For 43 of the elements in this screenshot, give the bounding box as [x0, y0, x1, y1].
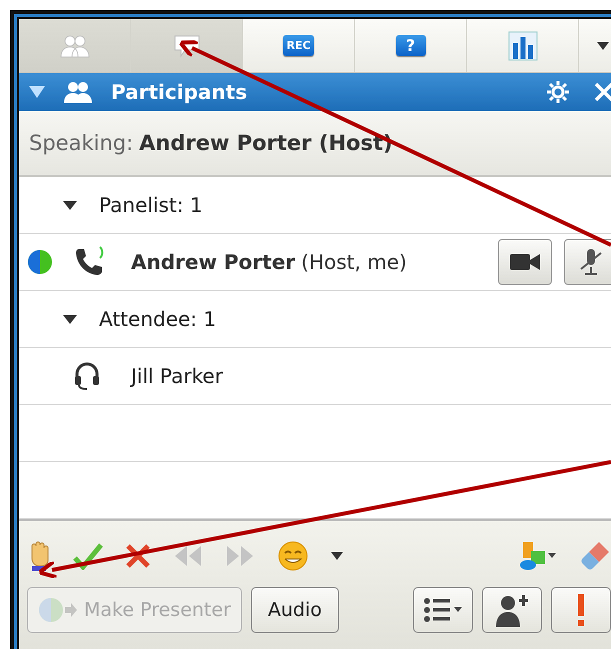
video-button[interactable]	[498, 239, 552, 285]
panel-title: Participants	[111, 80, 248, 104]
mute-button[interactable]	[564, 239, 611, 285]
list-icon	[423, 597, 463, 623]
caret-icon	[331, 552, 343, 560]
list-menu-button[interactable]	[413, 587, 473, 633]
dropdown-icon	[596, 42, 608, 50]
exclamation-icon	[576, 594, 586, 626]
bar-chart-icon	[508, 30, 538, 60]
shapes-icon[interactable]	[519, 541, 557, 571]
toolbar-tab[interactable]: REC	[243, 19, 355, 72]
chat-icon	[172, 34, 200, 58]
participant-name: Jill Parker	[131, 364, 223, 388]
add-person-icon	[495, 593, 529, 627]
settings-icon[interactable]	[546, 80, 570, 104]
collapse-icon[interactable]	[29, 86, 45, 98]
headset-icon	[73, 361, 101, 391]
video-camera-icon	[510, 252, 540, 272]
record-icon: REC	[283, 35, 314, 56]
globe-arrow-icon	[38, 596, 78, 624]
group-label: Panelist: 1	[99, 193, 203, 217]
toolbar-tab[interactable]: ?	[355, 19, 467, 72]
participant-row[interactable]: Jill Parker	[19, 348, 611, 405]
group-label: Attendee: 1	[99, 307, 216, 331]
alert-button[interactable]	[551, 587, 611, 633]
people-icon	[63, 80, 93, 104]
check-icon[interactable]	[73, 542, 103, 570]
muted-microphone-icon	[578, 247, 604, 277]
toolbar-tab[interactable]	[131, 19, 243, 72]
help-icon: ?	[396, 35, 426, 56]
participant-row[interactable]: Andrew Porter (Host, me)	[19, 234, 611, 291]
expand-caret-icon[interactable]	[63, 200, 77, 210]
expand-caret-icon[interactable]	[63, 314, 77, 324]
speaking-label: Speaking:	[29, 131, 134, 155]
close-icon[interactable]	[594, 82, 611, 102]
speaker-name: Andrew Porter (Host)	[139, 131, 393, 155]
participant-role: (Host, me)	[301, 250, 407, 274]
participant-name: Andrew Porter	[131, 250, 296, 274]
audio-button[interactable]: Audio	[250, 587, 339, 633]
people-icon	[60, 34, 90, 58]
add-person-button[interactable]	[482, 587, 542, 633]
cross-icon[interactable]	[125, 543, 151, 569]
smiley-icon[interactable]	[277, 540, 309, 572]
